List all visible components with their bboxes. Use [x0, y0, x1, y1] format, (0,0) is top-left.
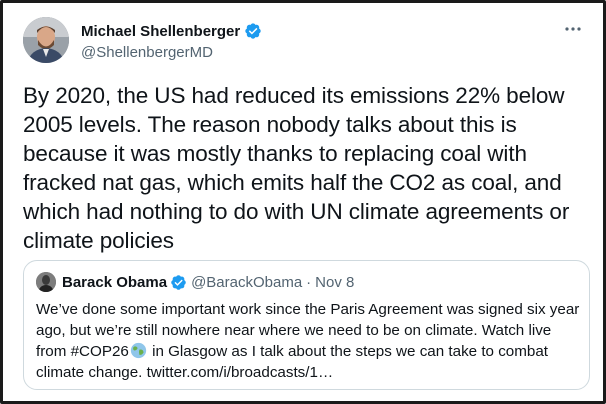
quoted-verified-badge-icon	[171, 274, 186, 290]
tweet-card: Michael Shellenberger @ShellenbergerMD B…	[0, 0, 606, 404]
verified-badge-icon	[245, 23, 261, 39]
author-display-name[interactable]: Michael Shellenberger	[81, 23, 240, 40]
quoted-author-avatar[interactable]	[36, 272, 56, 292]
quoted-tweet-date[interactable]: Nov 8	[315, 274, 354, 291]
quoted-tweet[interactable]: Barack Obama @BarackObama · Nov 8 We’ve …	[23, 260, 590, 390]
author-handle[interactable]: @ShellenbergerMD	[81, 44, 262, 61]
tweet-text: By 2020, the US had reduced its emission…	[23, 83, 570, 253]
tweet-header: Michael Shellenberger @ShellenbergerMD	[23, 17, 583, 65]
author-info: Michael Shellenberger @ShellenbergerMD	[81, 21, 262, 61]
separator-dot: ·	[306, 273, 312, 291]
author-avatar[interactable]	[23, 17, 69, 63]
globe-emoji-icon	[130, 342, 147, 359]
avatar-photo	[23, 17, 69, 63]
quoted-author-handle[interactable]: @BarackObama	[191, 274, 302, 291]
quoted-tweet-header: Barack Obama @BarackObama · Nov 8	[36, 271, 354, 293]
more-horizontal-icon[interactable]	[561, 19, 585, 39]
quoted-tweet-text: We’ve done some important work since the…	[36, 299, 581, 383]
quoted-author-display-name[interactable]: Barack Obama	[62, 274, 167, 291]
